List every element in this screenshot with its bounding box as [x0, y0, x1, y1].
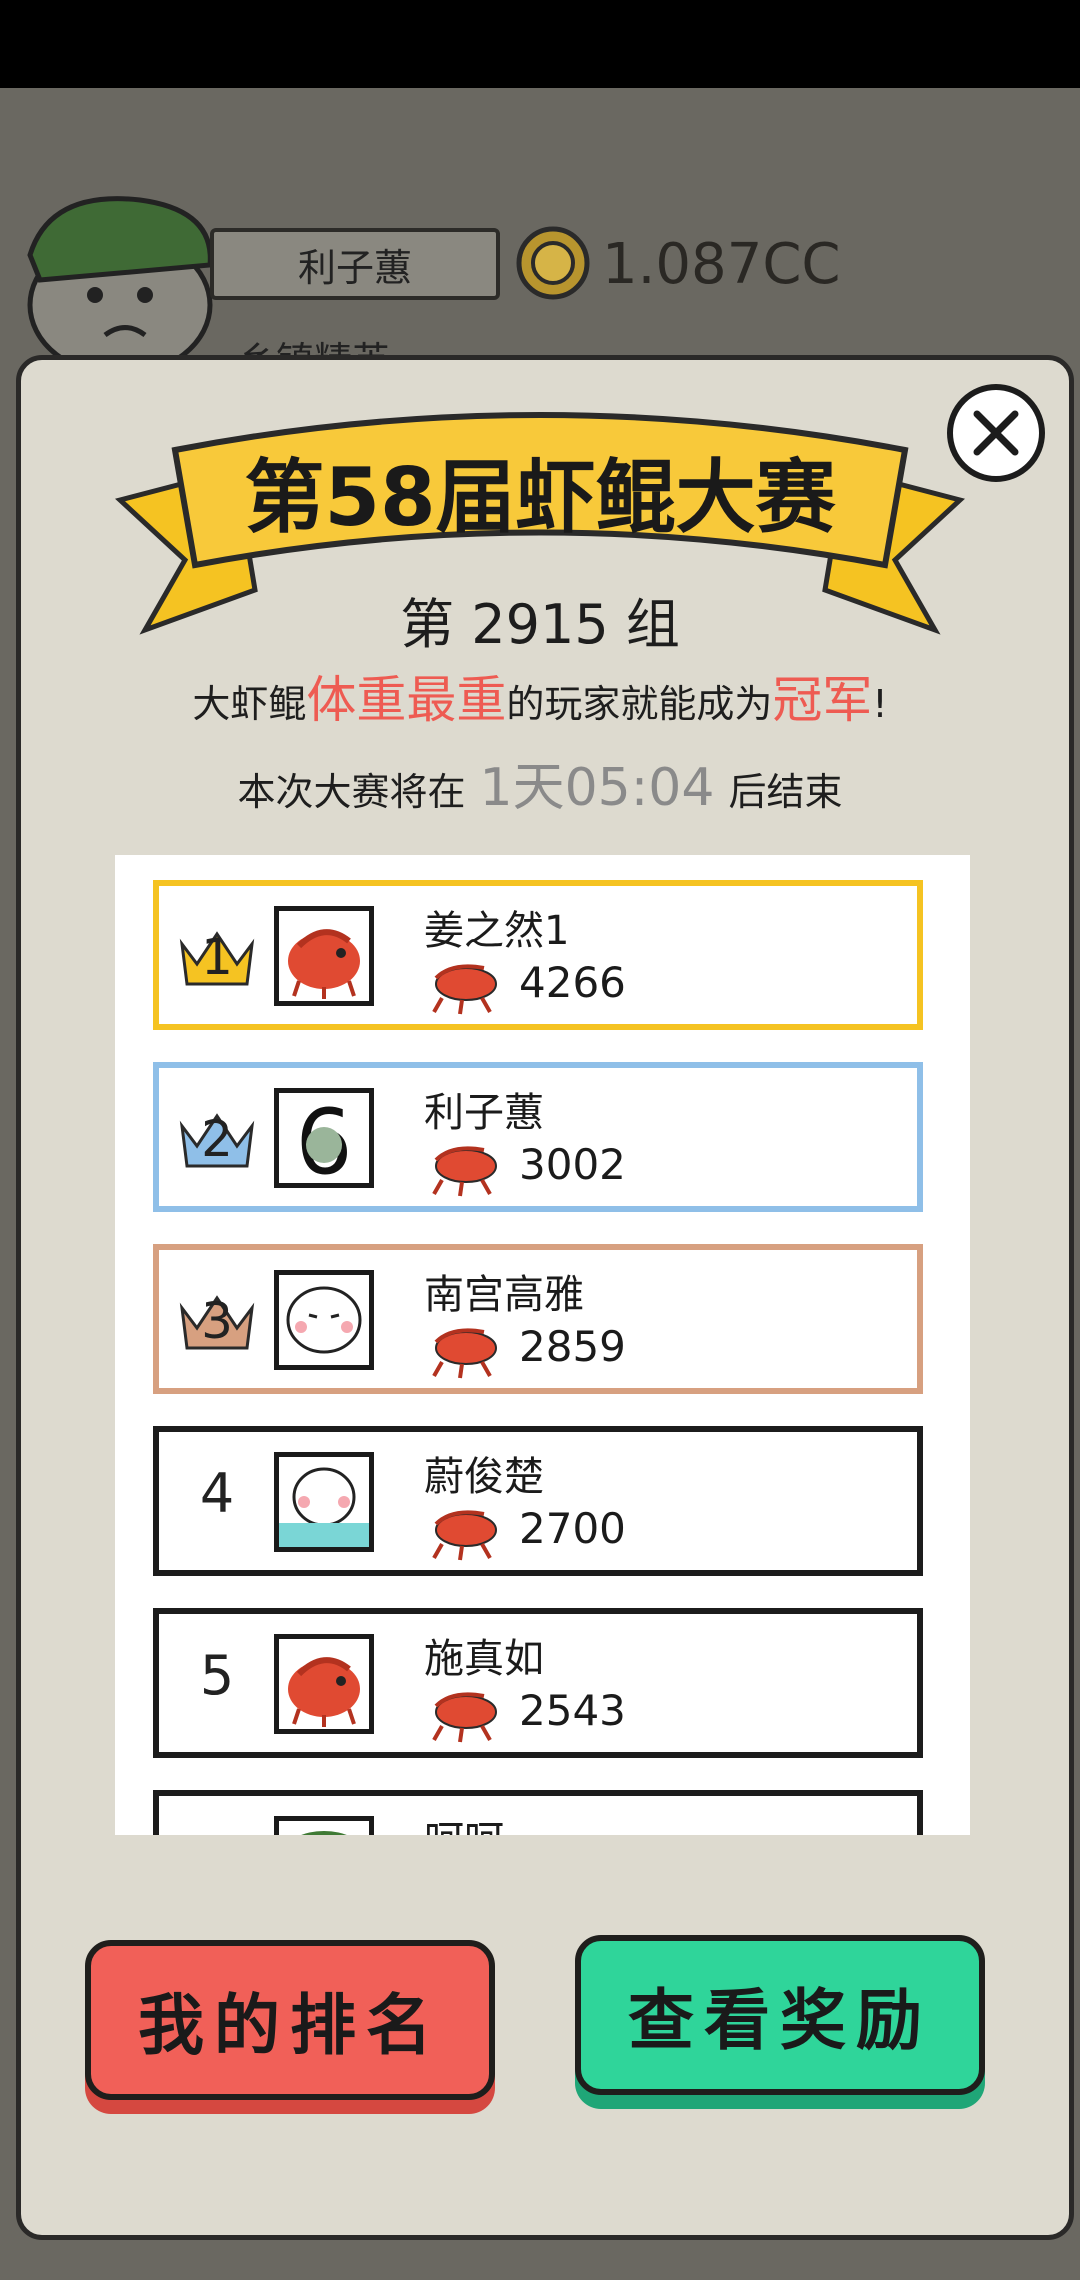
rank-number: 2 [201, 1110, 233, 1168]
desc-text-1: 大虾鲲 [192, 682, 307, 726]
player-name: 南宫高雅 [424, 1272, 584, 1318]
ranking-row: 5 施真如 2543 [153, 1608, 923, 1758]
rank-number: 1 [201, 928, 233, 986]
ranking-row: 4 蔚俊楚 2700 [153, 1426, 923, 1576]
coin-balance: 1.087CC [602, 232, 841, 297]
shrimp-weight: 2859 [519, 1322, 626, 1371]
green-avatar [274, 1816, 374, 1835]
banner-title: 第58届虾鲲大赛 [244, 451, 836, 544]
countdown: 本次大赛将在 1天05:04 后结束 [0, 745, 1080, 820]
rank-number: 3 [201, 1292, 233, 1350]
player-name-plate: 利子蕙 [210, 228, 500, 300]
ranking-list[interactable]: 1姜之然1426626利子蕙30023南宫高雅28594蔚俊楚27005施真如2… [115, 855, 970, 1835]
player-name: 利子蕙 [424, 1090, 544, 1136]
ranking-row: 3 南宫高雅 2859 [153, 1244, 923, 1394]
player-avatar [27, 196, 213, 365]
player-name: 呵呵 [424, 1808, 504, 1835]
group-label: 第 2915 组 [0, 580, 1080, 659]
player-name: 姜之然1 [424, 908, 570, 954]
desc-highlight-champion: 冠军 [772, 671, 873, 729]
shrimp-icon [424, 1322, 504, 1380]
shrimp-weight: 3002 [519, 1140, 626, 1189]
my-rank-button[interactable]: 我的排名 [85, 1940, 495, 2100]
rank-number: 5 [199, 1644, 235, 1707]
shrimp-icon [424, 1504, 504, 1562]
player-name: 施真如 [424, 1636, 544, 1682]
timer-value: 1天05:04 [479, 758, 715, 818]
shrimp-icon [424, 1686, 504, 1744]
shrimp-weight: 4266 [519, 958, 626, 1007]
crying-face-avatar [274, 1452, 374, 1552]
coin-icon [516, 226, 590, 300]
shrimp-avatar [274, 906, 374, 1006]
shrimp-avatar [274, 1634, 374, 1734]
desc-text-2: 的玩家就能成为 [506, 682, 773, 726]
shrimp-weight: 2543 [519, 1686, 626, 1735]
meme-face-avatar: 6 [274, 1088, 374, 1188]
ranking-row: 1 姜之然1 4266 [153, 880, 923, 1030]
timer-suffix: 后结束 [728, 770, 843, 814]
desc-end: ! [872, 682, 888, 726]
blob-face-avatar [274, 1270, 374, 1370]
group-suffix: 组 [625, 593, 680, 656]
view-rewards-button[interactable]: 查看奖励 [575, 1935, 985, 2095]
status-bar [0, 0, 1080, 88]
player-name: 蔚俊楚 [424, 1454, 544, 1500]
shrimp-icon [424, 958, 504, 1016]
shrimp-weight: 2700 [519, 1504, 626, 1553]
ranking-row: 呵呵 [153, 1790, 923, 1835]
ranking-row: 26 利子蕙3002 [153, 1062, 923, 1212]
group-prefix: 第 [400, 593, 455, 656]
desc-highlight-weight: 体重最重 [306, 671, 507, 729]
rank-number: 4 [199, 1462, 235, 1525]
group-number: 2915 [471, 593, 609, 656]
shrimp-icon [424, 1140, 504, 1198]
contest-description: 大虾鲲体重最重的玩家就能成为冠军! [0, 660, 1080, 732]
timer-prefix: 本次大赛将在 [237, 770, 466, 814]
